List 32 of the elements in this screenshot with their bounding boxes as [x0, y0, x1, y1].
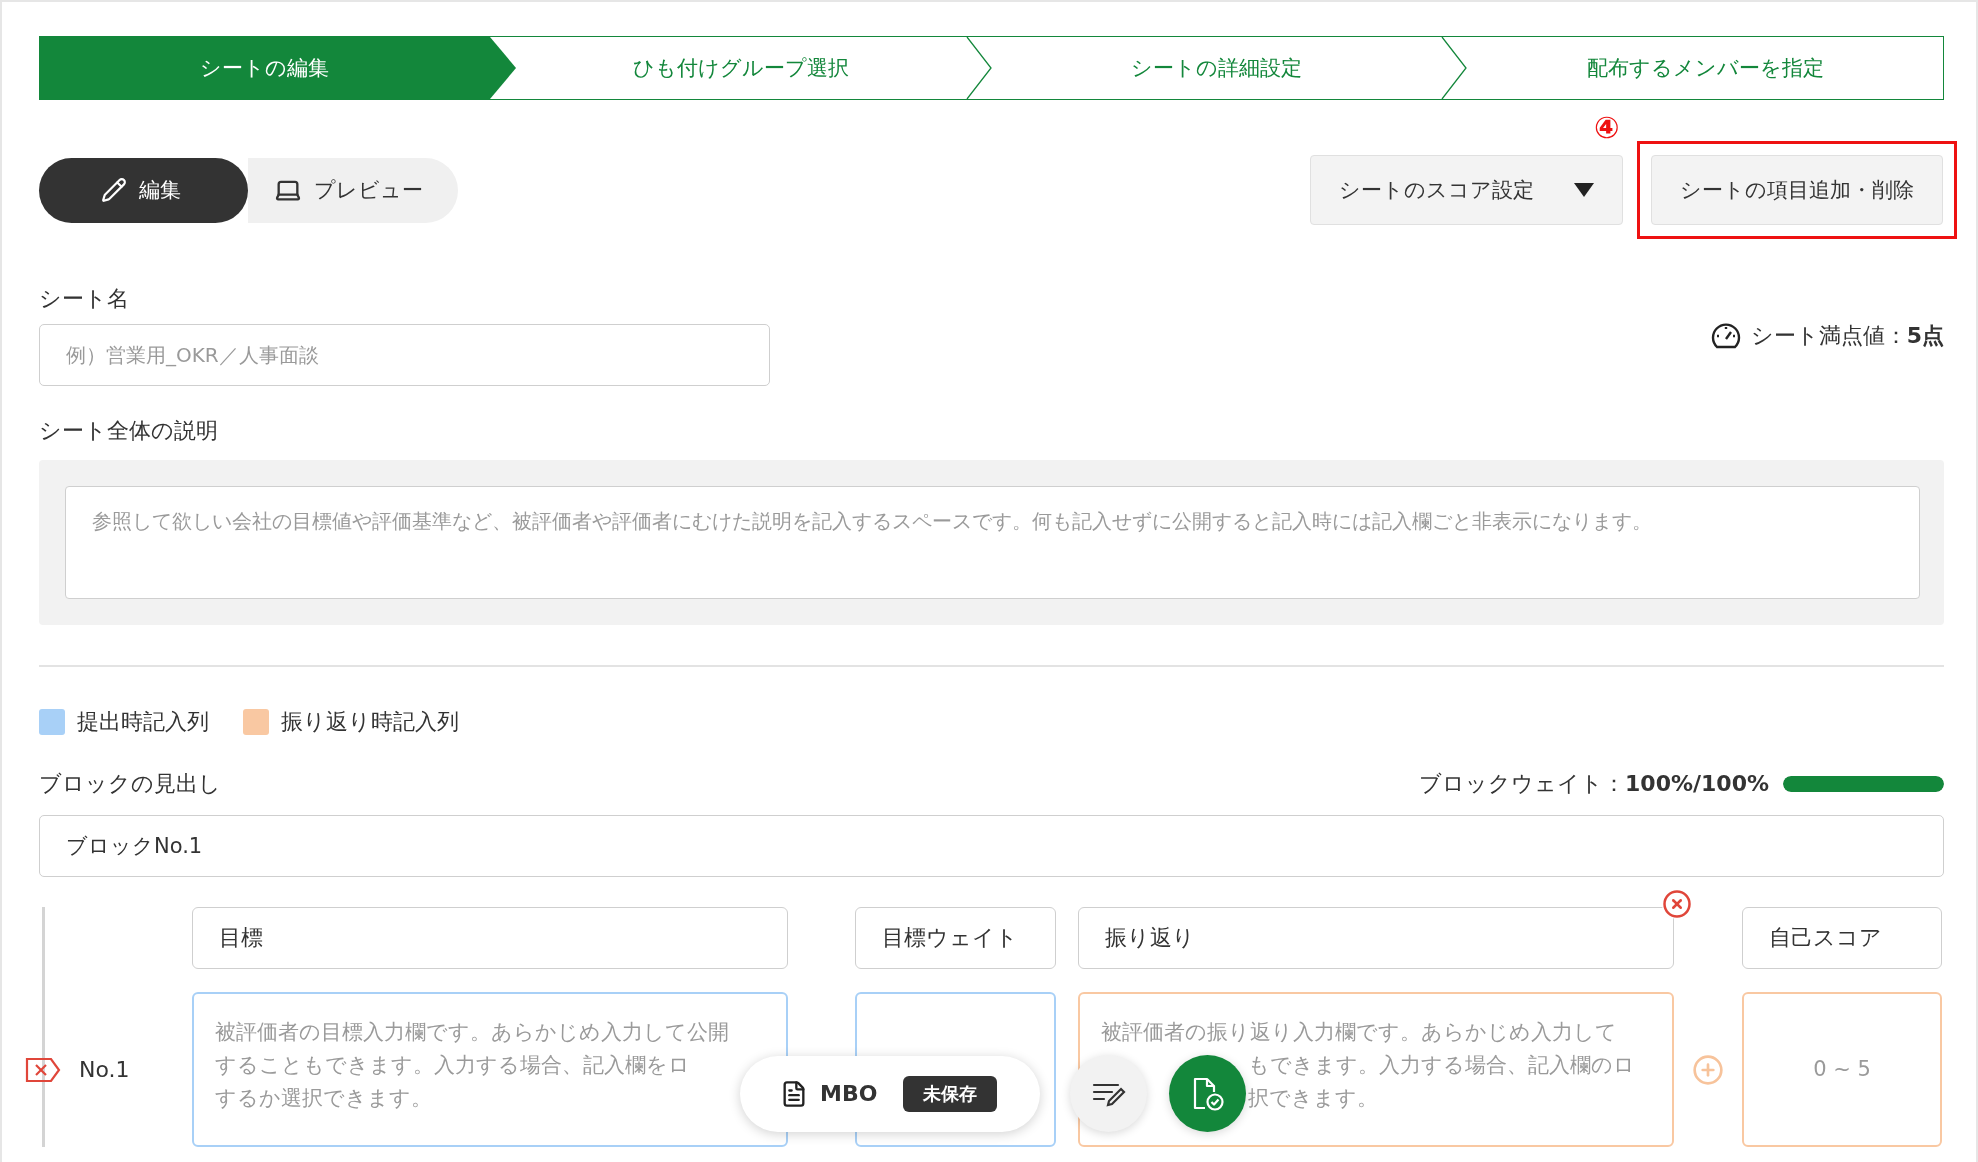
mode-tab[interactable]: プレビュー [248, 157, 458, 223]
step-tab[interactable]: シートの詳細設定 [991, 37, 1442, 99]
caret-icon [1574, 183, 1594, 197]
score-setting-dropdown[interactable]: シートのスコア設定 [1310, 155, 1623, 225]
column-header[interactable]: 目標 [192, 907, 788, 969]
legend-label: 振り返り時記入列 [281, 708, 459, 736]
column-header[interactable]: 振り返り [1078, 907, 1674, 969]
edit-list-button[interactable] [1070, 1055, 1147, 1132]
remove-column-icon[interactable] [1662, 889, 1692, 919]
column-header[interactable]: 目標ウェイト [855, 907, 1056, 969]
save-button[interactable] [1169, 1055, 1246, 1132]
field-label: シート全体の説明 [39, 417, 219, 445]
column-header[interactable]: 自己スコア [1742, 907, 1942, 969]
gauge-icon [1710, 323, 1741, 349]
block-heading-field[interactable]: ブロックNo.1 [39, 815, 1944, 877]
callout-number: ④ [1594, 110, 1620, 145]
full-score-text: シート満点値：5点 [1750, 322, 1944, 350]
row-label: No.1 [79, 1057, 130, 1082]
sheet-name-field[interactable]: 例）営業用_OKR／人事面談 [39, 324, 770, 386]
step-tab[interactable]: 配布するメンバーを指定 [1467, 37, 1943, 99]
sheet-type-label: MBO [820, 1081, 878, 1106]
legend-label: 提出時記入列 [77, 708, 209, 736]
field-label: シート名 [39, 285, 130, 313]
pencil-icon [101, 177, 127, 203]
description-field[interactable]: 参照して欲しい会社の目標値や評価基準など、被評価者や評価者にむけた説明を記入するスペースです。何も記入せずに公開すると記入時には記入欄ごと非表示になります。 [65, 486, 1920, 599]
field-label: ブロックの見出し [39, 770, 221, 798]
step-tab[interactable]: ひも付けグループ選択 [515, 37, 966, 99]
status-badge: 未保存 [903, 1075, 998, 1112]
tag-x-icon[interactable] [25, 1056, 61, 1083]
mode-tab[interactable]: 編集 [39, 157, 248, 223]
add-remove-items-button[interactable]: シートの項目追加・削除 [1651, 155, 1943, 225]
block-weight-text: ブロックウェイト：100%/100% [1419, 770, 1769, 798]
